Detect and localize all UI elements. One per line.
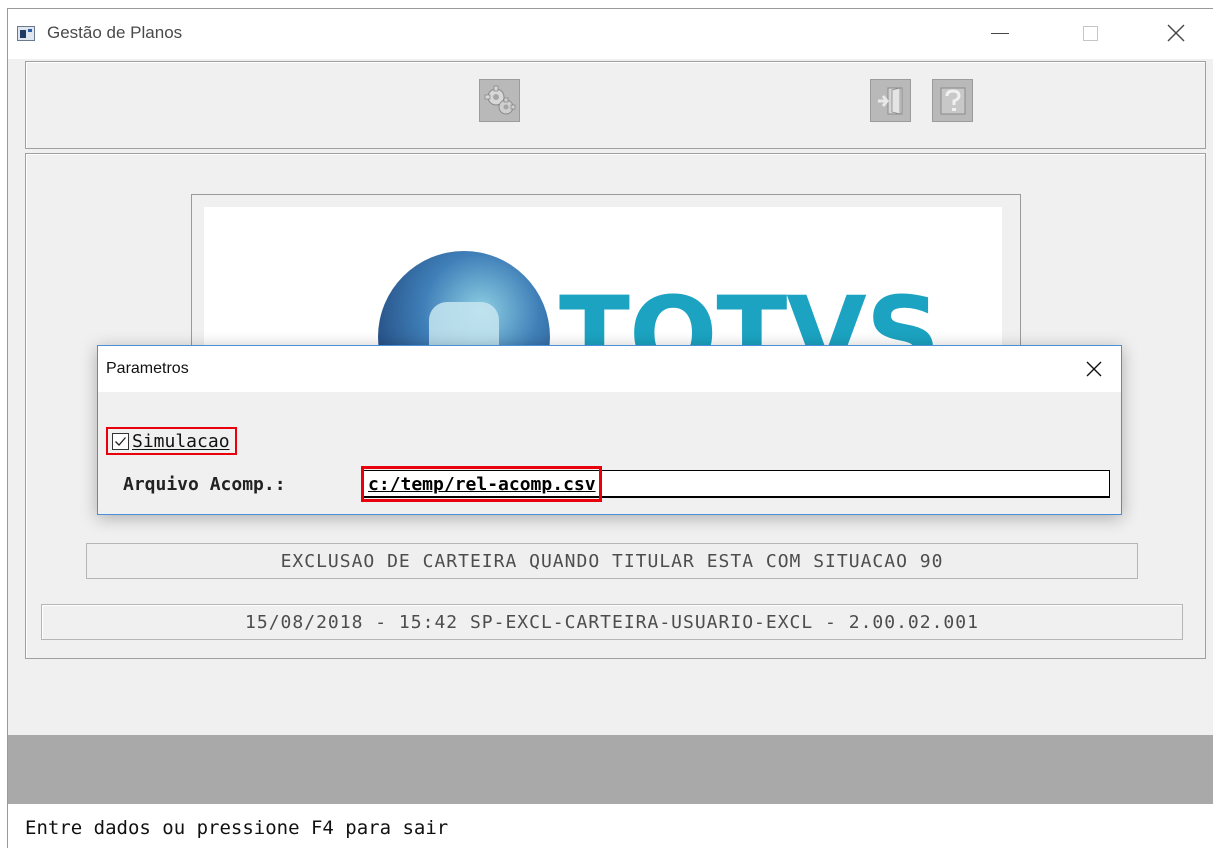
arquivo-value: c:/temp/rel-acomp.csv xyxy=(368,473,596,495)
window-title: Gestão de Planos xyxy=(47,23,183,42)
minimize-icon xyxy=(991,32,1009,34)
status-bar: Entre dados ou pressione F4 para sair xyxy=(8,804,1213,848)
program-description: EXCLUSAO DE CARTEIRA QUANDO TITULAR ESTA… xyxy=(86,543,1138,579)
version-info: 15/08/2018 - 15:42 SP-EXCL-CARTEIRA-USUA… xyxy=(41,604,1183,640)
checkmark-icon xyxy=(115,436,126,446)
dialog-titlebar: Parametros xyxy=(98,346,1121,392)
dialog-title: Parametros xyxy=(106,360,189,377)
gears-icon xyxy=(484,85,515,114)
simulacao-checkbox-row[interactable]: Simulacao xyxy=(106,427,237,455)
help-icon xyxy=(940,87,965,114)
window-close-button[interactable] xyxy=(1154,17,1198,49)
parametros-dialog: Parametros Simulacao Arquivo Acomp.: c:/… xyxy=(97,345,1122,515)
arquivo-value-highlight: c:/temp/rel-acomp.csv xyxy=(361,466,602,502)
dialog-close-button[interactable] xyxy=(1081,356,1107,382)
arquivo-input[interactable]: c:/temp/rel-acomp.csv xyxy=(361,466,1110,502)
app-icon xyxy=(17,26,35,41)
window-titlebar: Gestão de Planos xyxy=(8,9,1213,59)
close-icon xyxy=(1086,361,1102,377)
message-bar xyxy=(8,735,1213,804)
minimize-button[interactable] xyxy=(978,17,1022,49)
dialog-body: Simulacao Arquivo Acomp.: c:/temp/rel-ac… xyxy=(98,392,1121,514)
toolbar xyxy=(25,61,1206,149)
status-message: Entre dados ou pressione F4 para sair xyxy=(25,817,449,839)
exit-button[interactable] xyxy=(870,79,911,122)
arquivo-label: Arquivo Acomp.: xyxy=(123,474,286,495)
close-icon xyxy=(1167,24,1185,42)
execute-button[interactable] xyxy=(479,79,520,122)
simulacao-checkbox[interactable] xyxy=(112,432,129,450)
exit-door-icon xyxy=(877,86,902,115)
maximize-button[interactable] xyxy=(1068,17,1112,49)
simulacao-label: Simulacao xyxy=(132,430,230,452)
maximize-icon xyxy=(1082,25,1098,41)
help-button[interactable] xyxy=(932,79,973,122)
